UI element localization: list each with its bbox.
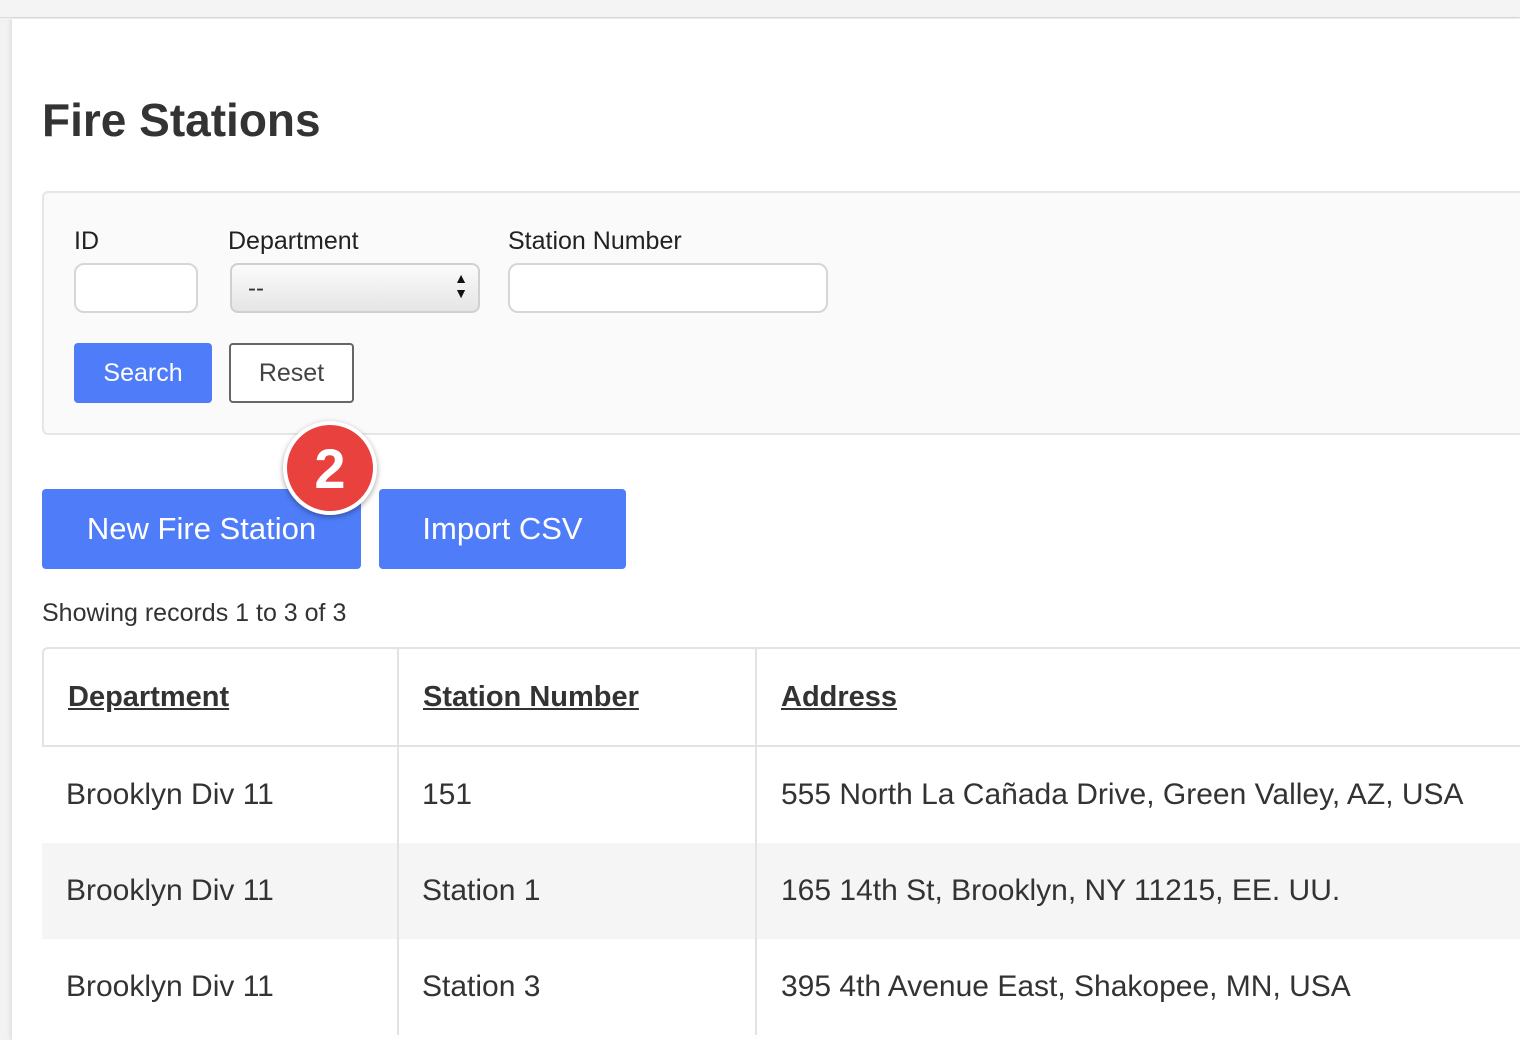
import-csv-button[interactable]: Import CSV	[379, 489, 626, 569]
fire-stations-table: Department Station Number Address Brookl…	[42, 647, 1520, 1039]
reset-button[interactable]: Reset	[229, 343, 354, 403]
column-divider	[755, 647, 757, 1035]
cell-department: Brooklyn Div 11	[66, 778, 274, 811]
column-header-department[interactable]: Department	[44, 649, 229, 745]
search-button-label: Search	[103, 358, 183, 387]
column-divider	[397, 647, 399, 1035]
table-row[interactable]: Brooklyn Div 11 151 555 North La Cañada …	[42, 747, 1520, 843]
table-row[interactable]: Brooklyn Div 11 Station 3 395 4th Avenue…	[42, 939, 1520, 1035]
station-number-label: Station Number	[508, 227, 682, 255]
id-input[interactable]	[74, 263, 198, 313]
column-header-address[interactable]: Address	[757, 649, 897, 745]
column-header-station-number[interactable]: Station Number	[399, 649, 639, 745]
cell-department: Brooklyn Div 11	[66, 970, 274, 1003]
station-number-input[interactable]	[508, 263, 828, 313]
import-csv-label: Import CSV	[422, 511, 583, 546]
step-number: 2	[314, 436, 346, 500]
cell-station-number: Station 1	[422, 874, 541, 907]
cell-station-number: Station 3	[422, 970, 541, 1003]
new-fire-station-label: New Fire Station	[86, 511, 317, 546]
reset-button-label: Reset	[258, 358, 325, 387]
page-title: Fire Stations	[42, 94, 321, 146]
department-label: Department	[228, 227, 359, 255]
table-row[interactable]: Brooklyn Div 11 Station 1 165 14th St, B…	[42, 843, 1520, 939]
cell-address: 555 North La Cañada Drive, Green Valley,…	[781, 778, 1464, 811]
table-header: Department Station Number Address	[42, 647, 1520, 747]
cell-station-number: 151	[422, 778, 473, 811]
department-select[interactable]: -- ▲ ▼	[230, 263, 480, 313]
browser-top-bar	[0, 0, 1520, 18]
department-select-value: --	[248, 275, 264, 302]
main-panel: Fire Stations ID Department -- ▲ ▼ Statio…	[12, 19, 1520, 1040]
records-count: Showing records 1 to 3 of 3	[42, 599, 347, 627]
cell-address: 165 14th St, Brooklyn, NY 11215, EE. UU.	[781, 874, 1341, 907]
cell-department: Brooklyn Div 11	[66, 874, 274, 907]
id-label: ID	[74, 227, 99, 255]
step-badge: 2	[283, 421, 377, 515]
cell-address: 395 4th Avenue East, Shakopee, MN, USA	[781, 970, 1351, 1003]
filter-form: ID Department -- ▲ ▼ Station Number Searc…	[42, 191, 1520, 435]
search-button[interactable]: Search	[74, 343, 212, 403]
select-arrows-icon: ▲ ▼	[454, 270, 468, 301]
